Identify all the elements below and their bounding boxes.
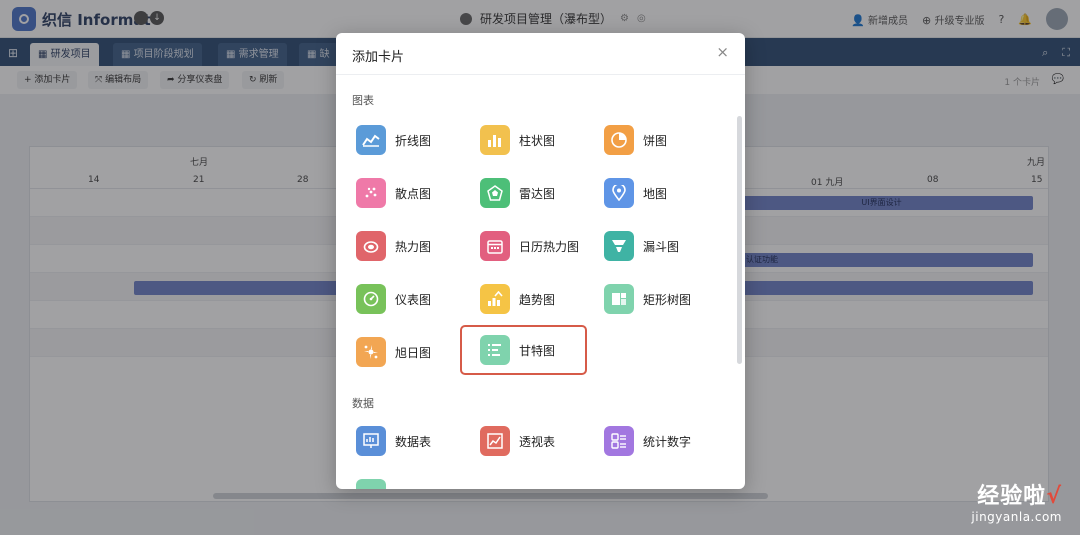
- card-option-trend[interactable]: 趋势图: [476, 277, 596, 321]
- card-option-pie-chart[interactable]: 饼图: [600, 118, 720, 162]
- card-option-label: 甘特图: [519, 343, 556, 358]
- gauge-icon: [356, 284, 386, 314]
- card-option-label: 数据表: [395, 434, 432, 449]
- bar-chart-icon: [480, 125, 510, 155]
- watermark-text: 经验啦√: [977, 484, 1062, 509]
- pivot-table-icon: [480, 426, 510, 456]
- card-option-label: 散点图: [395, 186, 432, 201]
- pie-chart-icon: [604, 125, 634, 155]
- calendar-heatmap-icon: [480, 231, 510, 261]
- add-card-dialog: 添加卡片 × 图表 折线图 柱状图 饼图 散点图 雷达图 地图 热力图 日历热力…: [336, 33, 745, 489]
- card-option-calendar-heatmap[interactable]: 日历热力图: [476, 224, 596, 268]
- gantt-icon: [480, 335, 510, 365]
- dialog-body: 图表 折线图 柱状图 饼图 散点图 雷达图 地图 热力图 日历热力图 漏斗图 仪…: [336, 76, 745, 489]
- card-option-label: 漏斗图: [643, 239, 680, 254]
- card-option-pivot-table[interactable]: 透视表: [476, 419, 596, 463]
- trend-icon: [480, 284, 510, 314]
- card-option-funnel[interactable]: 漏斗图: [600, 224, 720, 268]
- card-option-statistic[interactable]: 统计数字: [600, 419, 720, 463]
- card-option-radar-chart[interactable]: 雷达图: [476, 171, 596, 215]
- card-option-scatter-chart[interactable]: 散点图: [352, 171, 472, 215]
- card-option-partial[interactable]: [352, 472, 472, 489]
- card-option-label: 饼图: [643, 133, 668, 148]
- watermark-url: jingyanla.com: [971, 510, 1062, 524]
- card-option-label: 柱状图: [519, 133, 556, 148]
- heatmap-icon: [356, 231, 386, 261]
- card-option-sunburst[interactable]: 旭日图: [352, 330, 472, 374]
- line-chart-icon: [356, 125, 386, 155]
- section-label-data: 数据: [352, 397, 374, 410]
- card-option-heatmap[interactable]: 热力图: [352, 224, 472, 268]
- data-table-icon: [356, 426, 386, 456]
- card-option-label: 仪表图: [395, 292, 432, 307]
- watermark: 经验啦√ jingyanla.com: [971, 478, 1062, 524]
- card-option-gantt-selected[interactable]: 甘特图: [460, 325, 587, 375]
- card-option-label: 统计数字: [643, 434, 692, 449]
- card-option-map[interactable]: 地图: [600, 171, 720, 215]
- dialog-title: 添加卡片: [352, 50, 405, 65]
- card-option-label: 透视表: [519, 434, 556, 449]
- statistic-icon: [604, 426, 634, 456]
- sunburst-icon: [356, 337, 386, 367]
- card-option-label: 趋势图: [519, 292, 556, 307]
- card-option-label: 地图: [643, 186, 668, 201]
- funnel-icon: [604, 231, 634, 261]
- card-option-label: 日历热力图: [519, 239, 580, 254]
- dialog-header: 添加卡片 ×: [336, 33, 745, 75]
- card-option-label: 雷达图: [519, 186, 556, 201]
- close-icon[interactable]: ×: [716, 45, 729, 60]
- card-option-data-table[interactable]: 数据表: [352, 419, 472, 463]
- card-option-treemap[interactable]: 矩形树图: [600, 277, 720, 321]
- treemap-icon: [604, 284, 634, 314]
- card-option-line-chart[interactable]: 折线图: [352, 118, 472, 162]
- card-option-bar-chart[interactable]: 柱状图: [476, 118, 596, 162]
- card-option-label: 矩形树图: [643, 292, 692, 307]
- card-option-gauge[interactable]: 仪表图: [352, 277, 472, 321]
- radar-chart-icon: [480, 178, 510, 208]
- dialog-scrollbar[interactable]: [737, 116, 742, 364]
- checkmark-icon: √: [1046, 484, 1062, 509]
- card-option-label: 旭日图: [395, 345, 432, 360]
- scatter-chart-icon: [356, 178, 386, 208]
- card-option-label: 热力图: [395, 239, 432, 254]
- section-label-charts: 图表: [352, 94, 374, 107]
- map-icon: [604, 178, 634, 208]
- card-option-label: 折线图: [395, 133, 432, 148]
- card-option-icon: [356, 479, 386, 489]
